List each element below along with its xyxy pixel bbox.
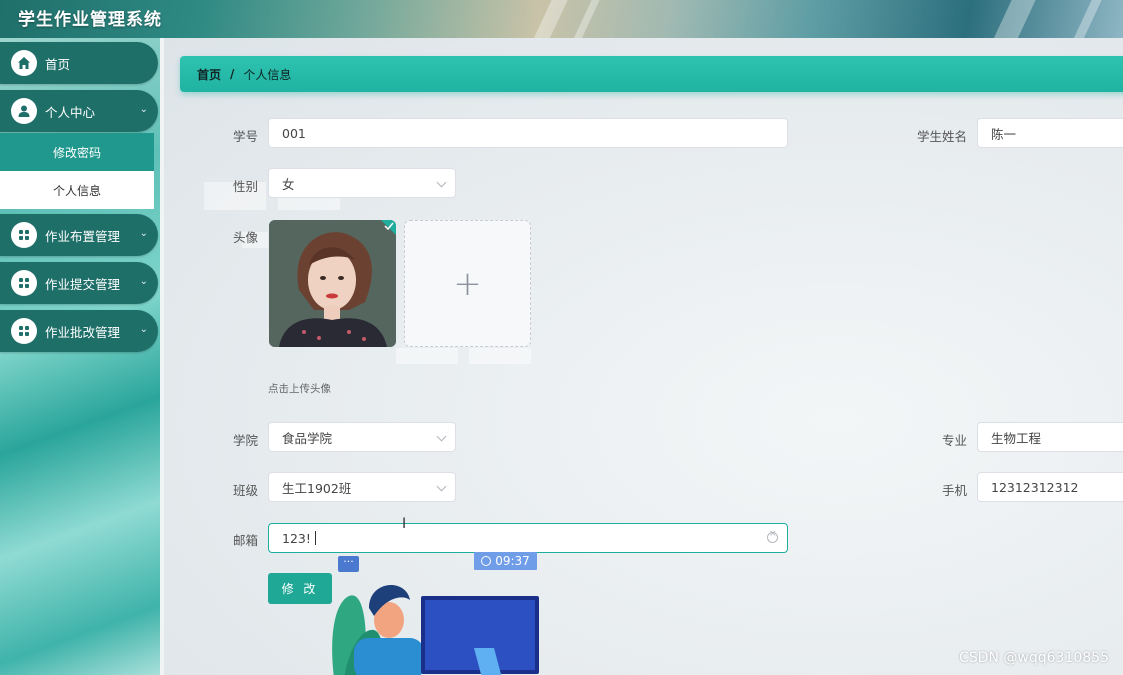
student-name-label: 学生姓名 — [916, 129, 967, 144]
text-cursor-icon: I — [402, 516, 407, 532]
major-field[interactable]: 生物工程 — [977, 422, 1123, 452]
illustration — [332, 585, 539, 675]
sidebar-item-label: 首页 — [45, 56, 71, 72]
gender-label: 性别 — [232, 179, 258, 194]
home-icon — [11, 50, 37, 76]
email-field[interactable]: 123! — [268, 523, 788, 553]
college-label: 学院 — [232, 433, 258, 448]
submit-button[interactable]: 修 改 — [268, 573, 332, 604]
breadcrumb-current: 个人信息 — [243, 67, 292, 82]
chevron-down-icon: ⌄ — [139, 228, 148, 239]
gender-select[interactable]: 女 — [268, 168, 456, 198]
sidebar: 首页 个人中心 ⌄ 修改密码 个人信息 作业布置管理 ⌄ 作业提交管理 ⌄ 作业… — [0, 38, 164, 675]
email-value: 123! — [282, 530, 311, 546]
class-label: 班级 — [232, 483, 258, 498]
chevron-down-icon: ⌄ — [139, 324, 148, 335]
gender-value: 女 — [282, 176, 295, 192]
user-icon — [11, 98, 37, 124]
student-no-field[interactable]: 001 — [268, 118, 788, 148]
student-name-field[interactable]: 陈一 — [977, 118, 1123, 148]
sidebar-item-label: 个人中心 — [45, 104, 96, 120]
major-label: 专业 — [941, 433, 967, 448]
breadcrumb: 首页 / 个人信息 — [180, 56, 1123, 92]
college-value: 食品学院 — [282, 430, 333, 446]
header-decoration — [523, 0, 573, 38]
clear-icon[interactable] — [767, 529, 778, 543]
chevron-down-icon — [436, 177, 447, 188]
header-decoration — [563, 0, 605, 38]
sidebar-item-home[interactable]: 首页 — [0, 42, 158, 84]
sidebar-subitem-personal-info[interactable]: 个人信息 — [0, 171, 154, 209]
app-header: 学生作业管理系统 — [0, 0, 1123, 38]
class-select[interactable]: 生工1902班 — [268, 472, 456, 502]
grid-icon — [11, 270, 37, 296]
text-caret — [314, 531, 316, 545]
ghost-decoration — [396, 348, 458, 364]
sidebar-item-label: 作业布置管理 — [45, 228, 121, 244]
phone-label: 手机 — [941, 483, 967, 498]
header-decoration — [983, 0, 1041, 38]
college-select[interactable]: 食品学院 — [268, 422, 456, 452]
grid-icon — [11, 222, 37, 248]
sidebar-item-personal-center[interactable]: 个人中心 ⌄ — [0, 90, 158, 132]
clock-time: 09:37 — [495, 554, 530, 568]
header-decoration — [1063, 0, 1107, 38]
sidebar-subitem-change-password[interactable]: 修改密码 — [0, 133, 154, 171]
app-title: 学生作业管理系统 — [18, 10, 162, 30]
chevron-down-icon: ⌄ — [139, 276, 148, 287]
watermark: CSDN @wqq6310855 — [959, 650, 1109, 666]
upload-button[interactable]: + — [404, 220, 531, 347]
clock-icon — [481, 556, 492, 566]
student-no-label: 学号 — [232, 129, 258, 144]
sidebar-item-label: 作业批改管理 — [45, 324, 121, 340]
chevron-down-icon — [436, 481, 447, 492]
breadcrumb-separator: / — [230, 67, 235, 81]
phone-field[interactable]: 12312312312 — [977, 472, 1123, 502]
upload-hint: 点击上传头像 — [268, 383, 331, 395]
sidebar-item-homework-submit[interactable]: 作业提交管理 ⌄ — [0, 262, 158, 304]
avatar-label: 头像 — [232, 230, 258, 245]
grid-icon — [11, 318, 37, 344]
main-content: 首页 / 个人信息 学号 001 学生姓名 陈一 性别 女 头像 + 点击上传头… — [164, 38, 1123, 675]
class-value: 生工1902班 — [282, 480, 352, 496]
ghost-decoration — [469, 348, 531, 364]
chevron-down-icon — [436, 431, 447, 442]
avatar[interactable] — [269, 220, 396, 347]
ghost-decoration — [278, 198, 340, 210]
sidebar-item-label: 作业提交管理 — [45, 276, 121, 292]
sidebar-item-homework-assign[interactable]: 作业布置管理 ⌄ — [0, 214, 158, 256]
chevron-down-icon: ⌄ — [139, 104, 148, 115]
email-label: 邮箱 — [232, 533, 258, 548]
sidebar-item-homework-grading[interactable]: 作业批改管理 ⌄ — [0, 310, 158, 352]
breadcrumb-home[interactable]: 首页 — [197, 66, 221, 83]
